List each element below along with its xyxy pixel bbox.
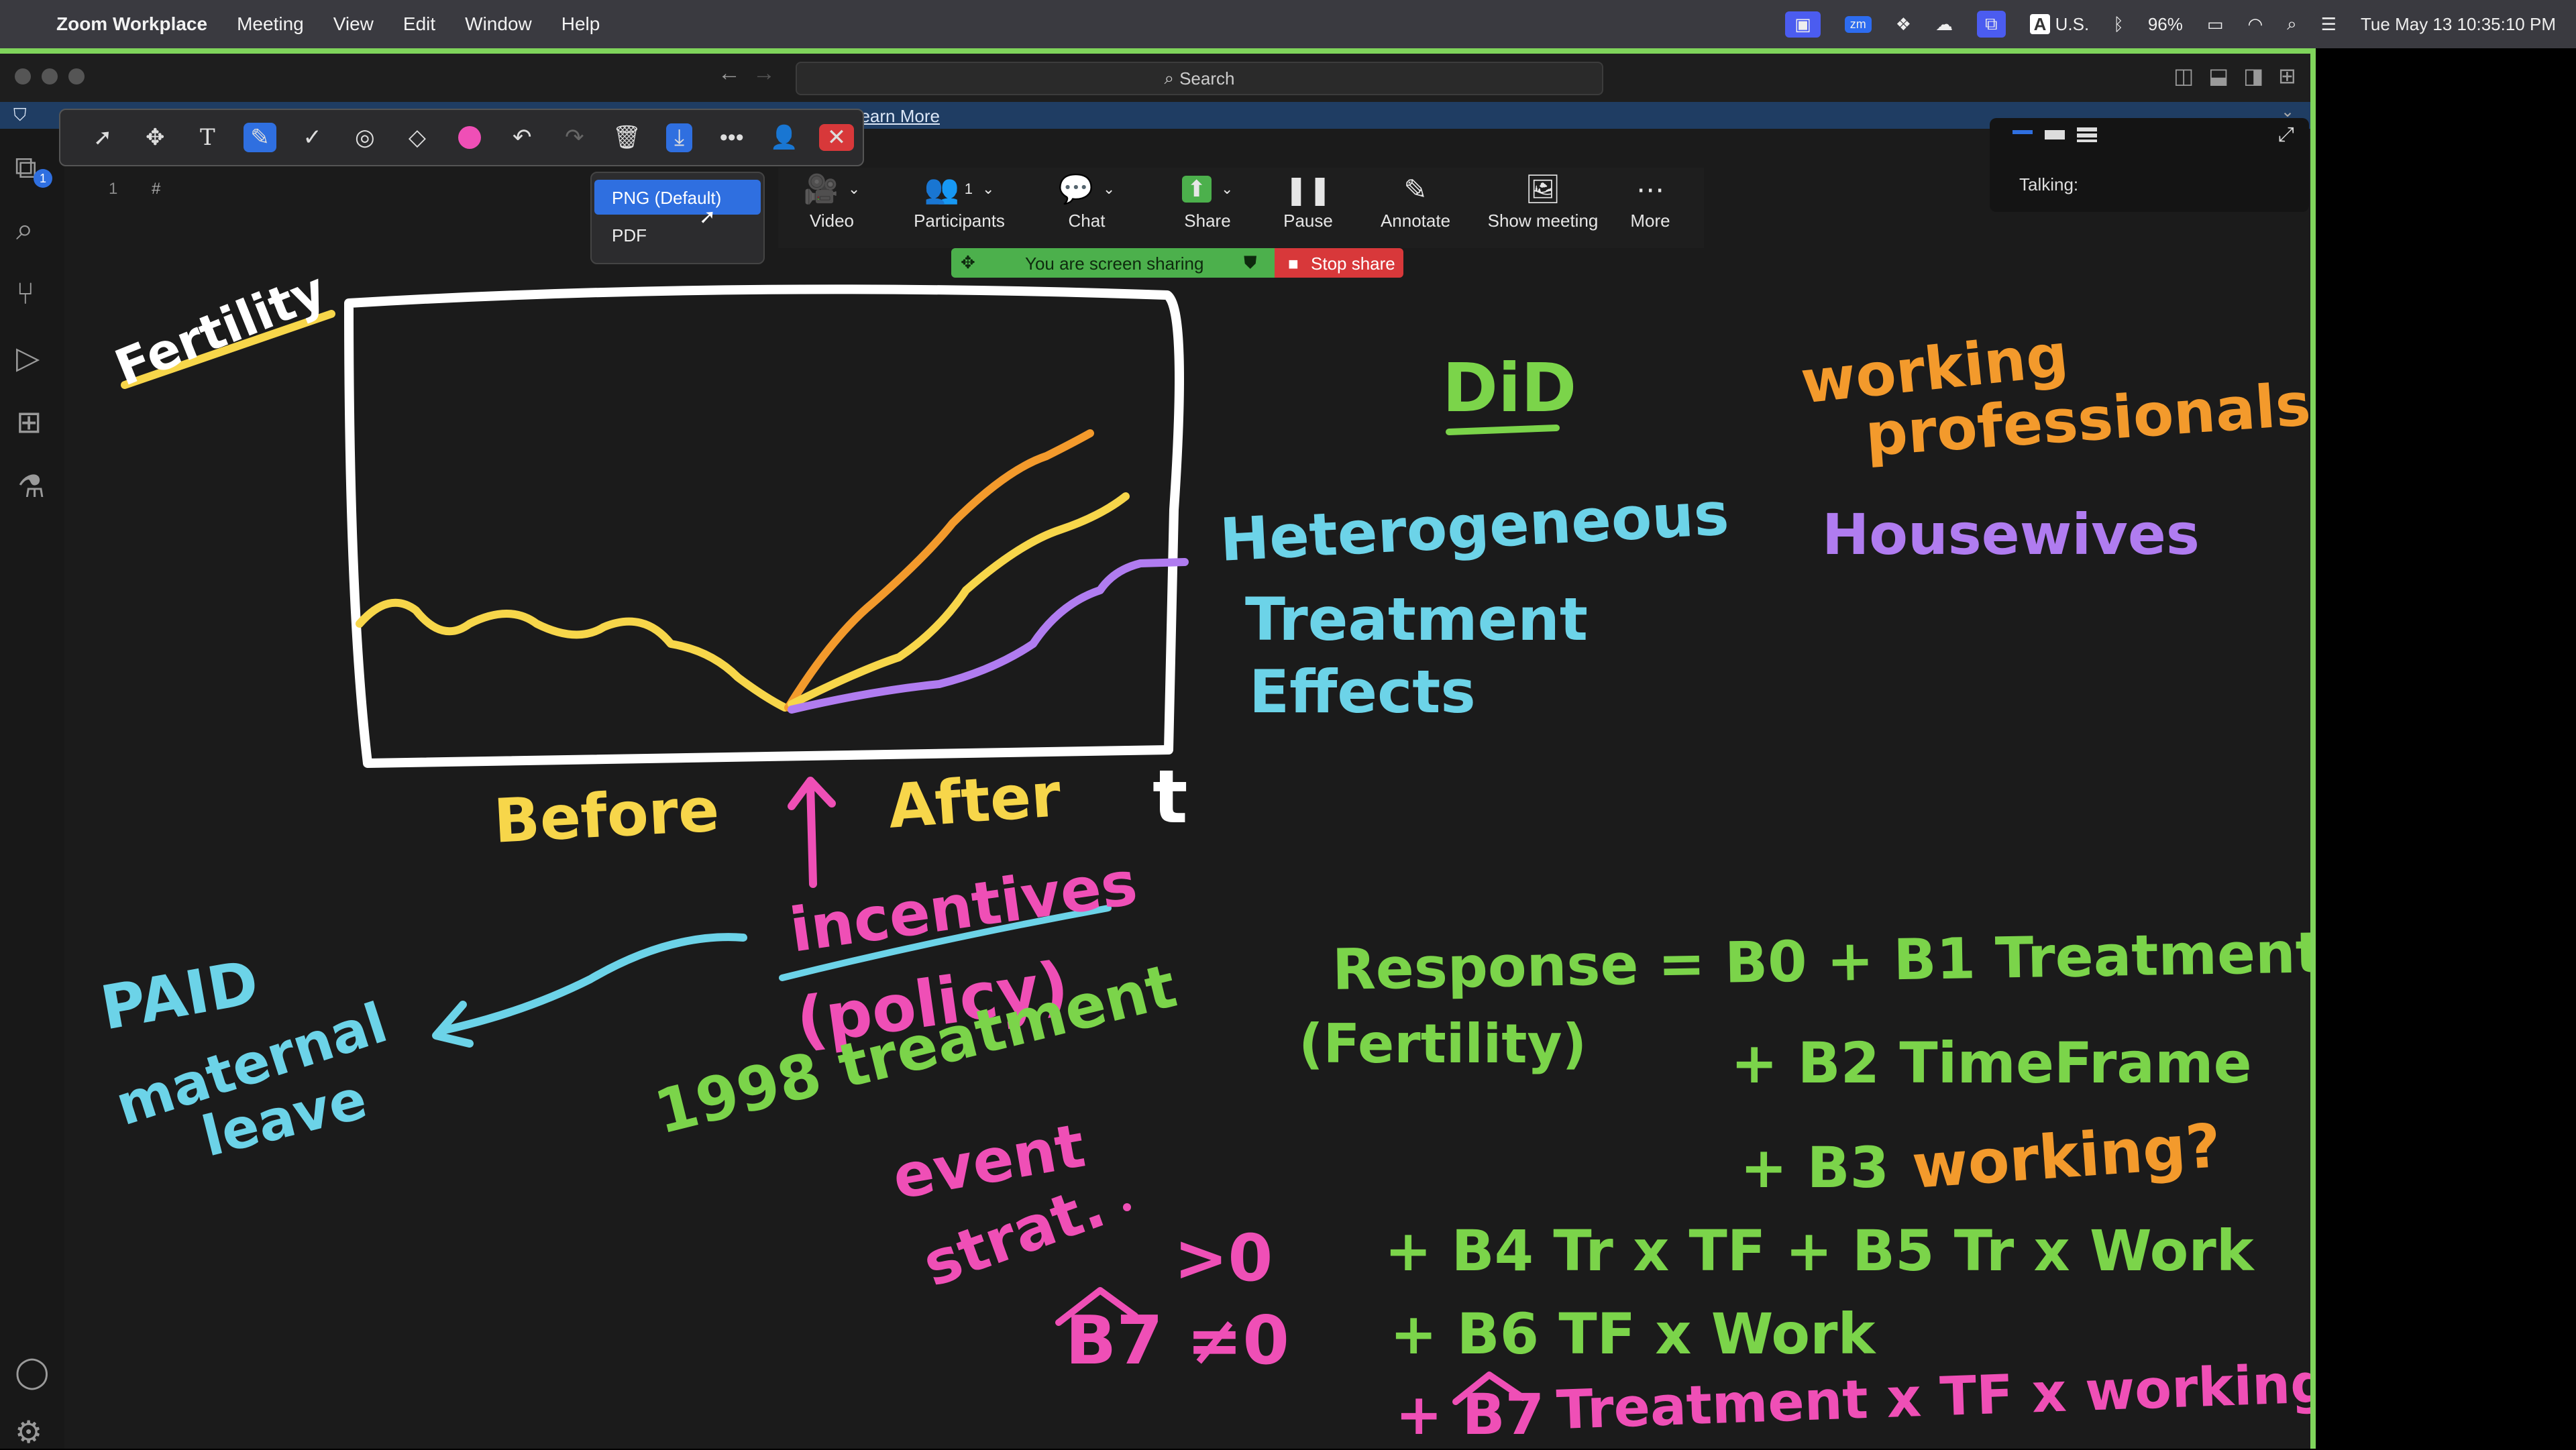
clock[interactable]: Tue May 13 10:35:10 PM — [2361, 14, 2556, 35]
pre-trend-line — [356, 598, 789, 712]
pause-share-button[interactable]: ❚❚ Pause — [1254, 168, 1362, 231]
more-icon: ⋯ — [1636, 173, 1664, 205]
video-off-icon: 🎥 ⌄ — [803, 172, 861, 205]
export-format-menu: PNG (Default) ➚ PDF — [590, 172, 765, 264]
chevron-down-icon[interactable]: ⌄ — [2281, 102, 2294, 121]
expand-icon[interactable]: ⤢ — [2278, 123, 2294, 146]
effects-label: Effects — [1249, 657, 1476, 726]
participants-button[interactable]: 👥 1 ⌄ Participants — [892, 168, 1026, 231]
desktop-background — [2316, 48, 2576, 1449]
period-dot — [1123, 1203, 1131, 1211]
chat-icon: 💬 ⌄ — [1058, 172, 1116, 205]
annotate-button[interactable]: ✎ Annotate — [1362, 168, 1469, 231]
select-tool-icon[interactable]: ➚ — [76, 116, 129, 159]
save-download-icon[interactable]: ⤓ — [653, 116, 706, 159]
spotlight-tool-icon[interactable]: ◎ — [339, 116, 391, 159]
after-label: After — [885, 760, 1063, 842]
greater-than-zero-label: >0 — [1174, 1221, 1273, 1296]
more-options-icon[interactable]: ••• — [706, 116, 758, 159]
time-axis-label: t — [1152, 754, 1188, 840]
pen-tool-icon[interactable]: ✎ — [233, 116, 286, 159]
leave-arrow — [432, 933, 747, 1048]
annotation-toolbar: ➚ ✥ T ✎ ✓ ◎ ◇ ↶ ↷ 🗑 ⤓ ••• 👤 ✕ — [59, 109, 864, 166]
talking-label: Talking: — [2019, 174, 2079, 194]
gallery-view-icon[interactable] — [2077, 127, 2097, 142]
treatment-label: Treatment — [1245, 585, 1588, 654]
text-tool-icon[interactable]: T — [181, 116, 233, 159]
shield-check-icon: ⛊ — [1244, 252, 1257, 272]
speaker-view-icon[interactable] — [2045, 130, 2065, 140]
equation-line-3a: + B3 — [1740, 1135, 1890, 1201]
active-speaker-panel: ⤢ Talking: — [1990, 118, 2309, 212]
chat-button[interactable]: 💬 ⌄ Chat — [1033, 168, 1140, 231]
equation-line-2: + B2 TimeFrame — [1731, 1030, 2252, 1096]
control-center-icon[interactable]: ☰ — [2321, 14, 2337, 35]
pause-icon: ❚❚ — [1284, 173, 1332, 205]
menu-option-pdf[interactable]: PDF — [612, 225, 647, 246]
mouse-cursor-icon: ➚ — [699, 206, 716, 228]
sharing-status-text: You are screen sharing — [1025, 254, 1204, 274]
incentives-arrow — [788, 777, 836, 888]
equation-line-5: + B6 TF x Work — [1390, 1301, 1876, 1367]
equation-line-4: + B4 Tr x TF + B5 Tr x Work — [1385, 1218, 2254, 1284]
beta7-nonzero-label: B7 ≠0 — [1065, 1301, 1289, 1380]
stop-share-button[interactable]: ■ Stop share — [1275, 248, 1403, 278]
drag-handle-icon[interactable]: ✥ — [961, 252, 975, 273]
zoom-meeting-controls: 🎥 ⌄ Video 👥 1 ⌄ Participants 💬 ⌄ Chat ⬆ ⌄ Share ❚… — [778, 168, 1704, 248]
color-picker-icon[interactable] — [443, 116, 496, 159]
redo-icon[interactable]: ↷ — [548, 116, 600, 159]
equation-line-6a: + B7 — [1395, 1382, 1545, 1447]
show-meeting-icon: 🖼 — [1525, 172, 1561, 205]
share-screen-icon: ⬆ ⌄ — [1154, 168, 1261, 211]
stop-icon: ■ — [1288, 254, 1299, 274]
equation-fertility: (Fertility) — [1299, 1013, 1587, 1075]
did-label: DiD — [1442, 349, 1577, 427]
trash-icon[interactable]: 🗑 — [600, 116, 653, 159]
did-underline — [1446, 425, 1560, 435]
purple-trend-line — [788, 558, 1189, 714]
screen-sharing-banner[interactable]: ✥ You are screen sharing ⛊ — [951, 248, 1275, 278]
housewives-label: Housewives — [1822, 502, 2200, 567]
orange-trend-line — [784, 429, 1094, 712]
minimize-view-icon[interactable] — [2012, 130, 2033, 134]
annotator-name-icon[interactable]: 👤 — [758, 116, 810, 159]
show-meeting-button[interactable]: 🖼 Show meeting — [1476, 168, 1610, 231]
video-button[interactable]: 🎥 ⌄ Video — [778, 168, 885, 231]
more-button[interactable]: ⋯ More — [1597, 168, 1704, 231]
undo-icon[interactable]: ↶ — [496, 116, 548, 159]
close-annotation-icon[interactable]: ✕ — [810, 116, 863, 159]
before-label: Before — [492, 775, 721, 857]
participants-icon: 👥 1 ⌄ — [924, 172, 995, 205]
pencil-icon: ✎ — [1403, 173, 1428, 205]
share-border — [2310, 48, 2316, 1449]
share-button[interactable]: ⬆ ⌄ Share — [1154, 168, 1261, 231]
move-tool-icon[interactable]: ✥ — [129, 116, 181, 159]
eraser-tool-icon[interactable]: ◇ — [391, 116, 443, 159]
stamp-check-icon[interactable]: ✓ — [286, 116, 339, 159]
